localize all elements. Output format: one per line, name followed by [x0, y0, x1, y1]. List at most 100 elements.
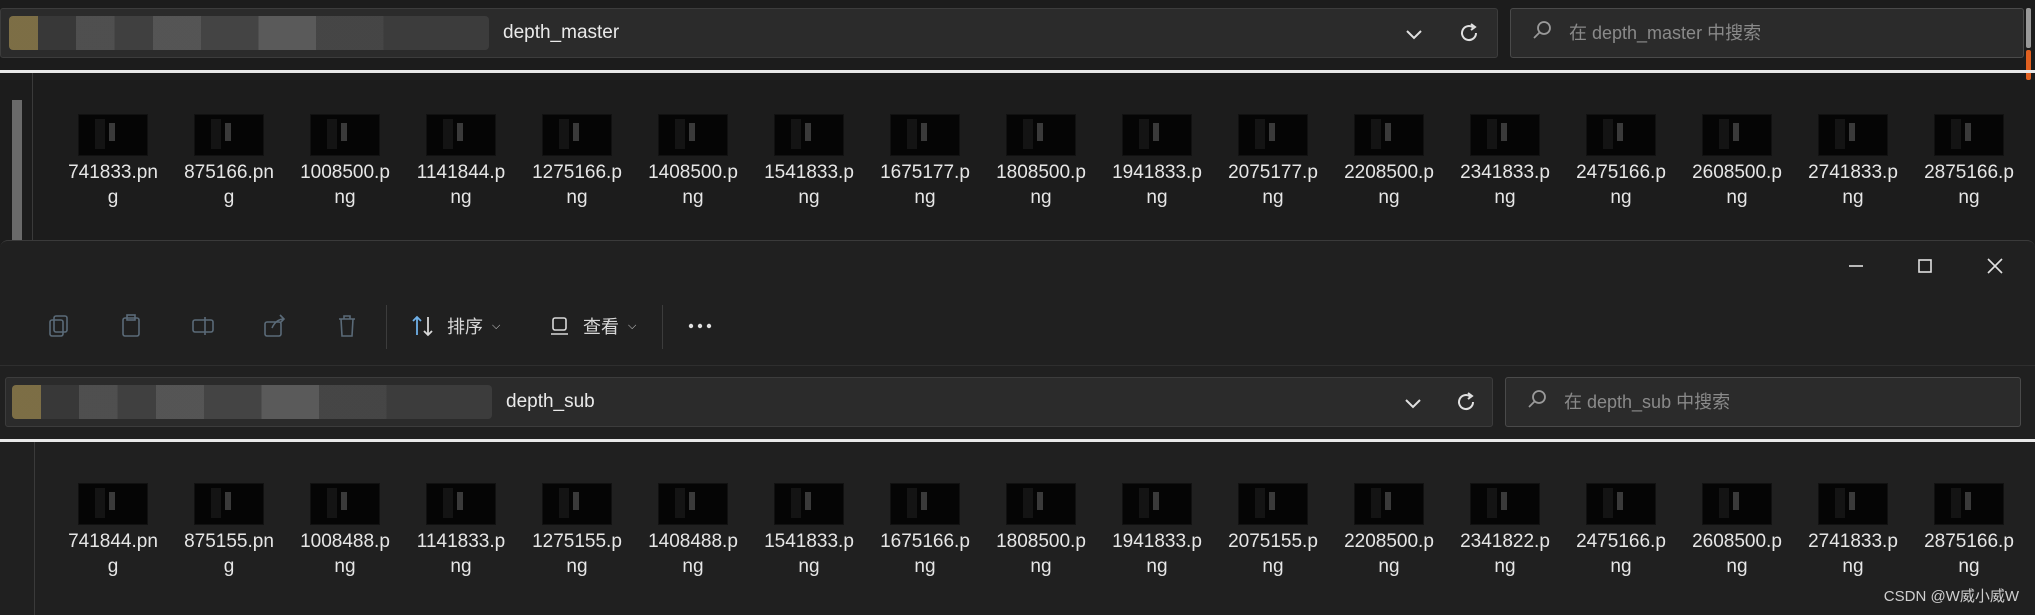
file-item[interactable]: 1941833.png — [1102, 114, 1212, 210]
toolbar-bottom-border — [0, 365, 2035, 366]
file-item[interactable]: 2875166.png — [1914, 483, 2024, 579]
more-options-icon[interactable] — [686, 315, 714, 337]
file-item[interactable]: 2208500.png — [1334, 114, 1444, 210]
search-box[interactable]: 在 depth_master 中搜索 — [1510, 8, 2024, 58]
file-thumbnail — [1006, 483, 1076, 525]
share-icon[interactable] — [262, 313, 288, 339]
minimize-icon[interactable] — [1845, 255, 1867, 277]
file-name: 1541833.png — [764, 531, 854, 577]
file-name: 1408488.png — [648, 531, 738, 577]
maximize-icon[interactable] — [1914, 255, 1936, 277]
watermark: CSDN @W威小威W — [1883, 588, 2019, 605]
file-name: 1808500.png — [996, 531, 1086, 577]
file-thumbnail — [310, 114, 380, 156]
file-item[interactable]: 1141844.png — [406, 114, 516, 210]
rename-icon[interactable] — [190, 313, 216, 339]
delete-icon[interactable] — [334, 313, 360, 339]
file-item[interactable]: 2075155.png — [1218, 483, 1328, 579]
chevron-down-icon[interactable] — [1402, 392, 1424, 414]
file-name: 1808500.png — [996, 162, 1086, 208]
file-name: 1408500.png — [648, 162, 738, 208]
file-name: 875166.png — [184, 162, 274, 208]
file-item[interactable]: 741844.png — [58, 483, 168, 579]
address-path[interactable]: depth_master — [503, 22, 619, 44]
file-thumbnail — [1934, 483, 2004, 525]
file-name: 2875166.png — [1924, 531, 2014, 577]
file-item[interactable]: 1141833.png — [406, 483, 516, 579]
file-thumbnail — [774, 114, 844, 156]
file-thumbnail — [774, 483, 844, 525]
refresh-icon[interactable] — [1457, 21, 1481, 45]
file-thumbnail — [890, 114, 960, 156]
file-name: 2475166.png — [1576, 162, 1666, 208]
file-name: 1141833.png — [416, 531, 506, 577]
file-item[interactable]: 1675177.png — [870, 114, 980, 210]
file-item[interactable]: 1541833.png — [754, 114, 864, 210]
file-thumbnail — [1586, 114, 1656, 156]
file-item[interactable]: 875166.png — [174, 114, 284, 210]
file-thumbnail — [1354, 114, 1424, 156]
file-item[interactable]: 1941833.png — [1102, 483, 1212, 579]
file-item[interactable]: 2208500.png — [1334, 483, 1444, 579]
file-item[interactable]: 2608500.png — [1682, 483, 1792, 579]
file-item[interactable]: 1008500.png — [290, 114, 400, 210]
file-item[interactable]: 1675166.png — [870, 483, 980, 579]
file-item[interactable]: 741833.png — [58, 114, 168, 210]
file-thumbnail — [426, 483, 496, 525]
file-name: 1941833.png — [1112, 162, 1202, 208]
scrollbar[interactable] — [2026, 50, 2031, 80]
file-name: 1675166.png — [880, 531, 970, 577]
search-box[interactable]: 在 depth_sub 中搜索 — [1505, 377, 2021, 427]
address-path[interactable]: depth_sub — [506, 391, 595, 413]
left-scroll-indicator[interactable] — [12, 100, 22, 240]
blurred-path-segment — [12, 385, 492, 419]
search-icon — [1528, 390, 1546, 408]
file-item[interactable]: 1408500.png — [638, 114, 748, 210]
file-item[interactable]: 1541833.png — [754, 483, 864, 579]
chevron-down-icon: ⌵ — [628, 319, 637, 332]
file-item[interactable]: 1808500.png — [986, 483, 1096, 579]
file-name: 2208500.png — [1344, 531, 1434, 577]
file-item[interactable]: 1275166.png — [522, 114, 632, 210]
file-item[interactable]: 2475166.png — [1566, 483, 1676, 579]
file-name: 1141844.png — [416, 162, 506, 208]
file-name: 2341833.png — [1460, 162, 1550, 208]
view-button[interactable]: 查看 ⌵ — [548, 313, 636, 339]
file-item[interactable]: 1408488.png — [638, 483, 748, 579]
file-item[interactable]: 875155.png — [174, 483, 284, 579]
file-item[interactable]: 2875166.png — [1914, 114, 2024, 210]
file-item[interactable]: 2475166.png — [1566, 114, 1676, 210]
refresh-icon[interactable] — [1454, 390, 1478, 414]
address-bar[interactable]: depth_sub — [5, 377, 1493, 427]
file-item[interactable]: 1008488.png — [290, 483, 400, 579]
file-name: 1675177.png — [880, 162, 970, 208]
file-thumbnail — [658, 483, 728, 525]
file-item[interactable]: 2341833.png — [1450, 114, 1560, 210]
file-item[interactable]: 2741833.png — [1798, 483, 1908, 579]
file-name: 2075177.png — [1228, 162, 1318, 208]
file-name: 2208500.png — [1344, 162, 1434, 208]
sort-icon — [412, 315, 433, 337]
sort-button[interactable]: 排序 ⌵ — [410, 313, 500, 339]
file-thumbnail — [1818, 483, 1888, 525]
scrollbar-track[interactable] — [2026, 8, 2031, 48]
address-bar[interactable]: depth_master — [0, 8, 1498, 58]
sort-label: 排序 — [447, 317, 484, 337]
paste-icon[interactable] — [118, 313, 144, 339]
file-item[interactable]: 2075177.png — [1218, 114, 1328, 210]
file-item[interactable]: 2341822.png — [1450, 483, 1560, 579]
file-item[interactable]: 2608500.png — [1682, 114, 1792, 210]
file-thumbnail — [1122, 114, 1192, 156]
chevron-down-icon[interactable] — [1403, 23, 1425, 45]
file-name: 1941833.png — [1112, 531, 1202, 577]
close-icon[interactable] — [1984, 255, 2006, 277]
copy-icon[interactable] — [46, 313, 72, 339]
file-thumbnail — [1702, 483, 1772, 525]
file-thumbnail — [1934, 114, 2004, 156]
file-thumbnail — [78, 114, 148, 156]
view-label: 查看 — [583, 317, 620, 337]
file-name: 1541833.png — [764, 162, 854, 208]
file-item[interactable]: 1275155.png — [522, 483, 632, 579]
file-item[interactable]: 1808500.png — [986, 114, 1096, 210]
file-item[interactable]: 2741833.png — [1798, 114, 1908, 210]
